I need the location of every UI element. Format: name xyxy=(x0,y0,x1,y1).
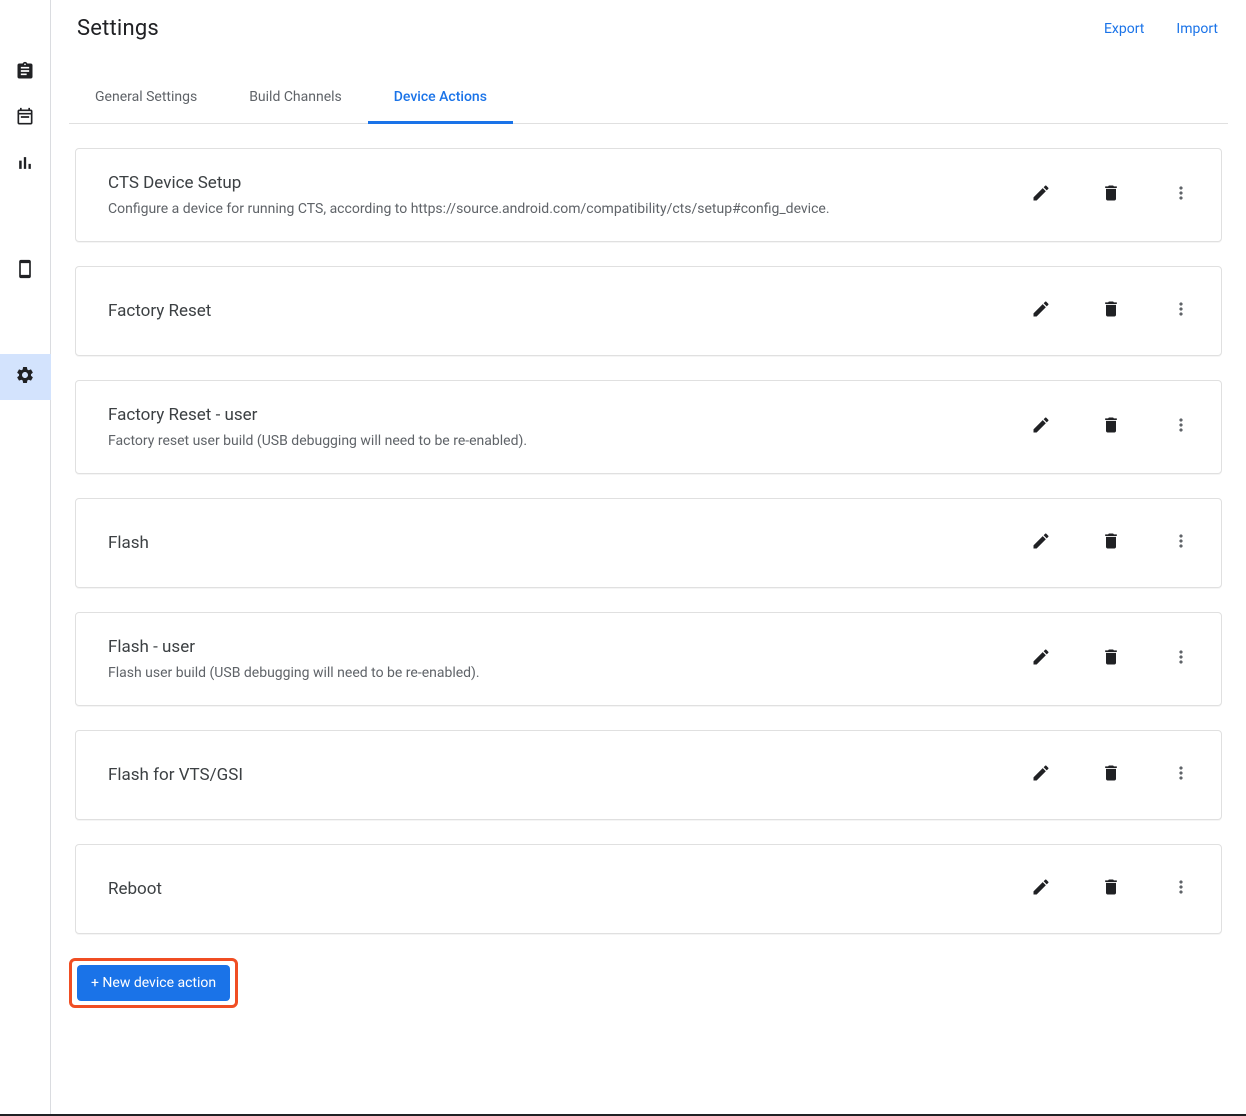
delete-icon xyxy=(1101,763,1121,787)
page-title: Settings xyxy=(77,16,159,41)
device-action-card: Reboot xyxy=(75,844,1222,934)
edit-button[interactable] xyxy=(1029,299,1053,323)
more-button[interactable] xyxy=(1169,763,1193,787)
sidenav-device[interactable] xyxy=(0,248,51,294)
device-action-card: Factory Reset - user Factory reset user b… xyxy=(75,380,1222,474)
new-device-action-button[interactable]: + New device action xyxy=(77,965,230,1001)
edit-icon xyxy=(1031,299,1051,323)
device-action-card: CTS Device Setup Configure a device for r… xyxy=(75,148,1222,242)
delete-icon xyxy=(1101,183,1121,207)
side-nav xyxy=(0,0,51,1116)
delete-icon xyxy=(1101,531,1121,555)
more-vert-icon xyxy=(1171,299,1191,323)
delete-button[interactable] xyxy=(1099,763,1123,787)
sidenav-calendar[interactable] xyxy=(0,96,51,142)
import-link[interactable]: Import xyxy=(1176,21,1218,37)
tab-device-actions[interactable]: Device Actions xyxy=(368,73,513,124)
export-link[interactable]: Export xyxy=(1104,21,1144,37)
edit-button[interactable] xyxy=(1029,647,1053,671)
card-title: Reboot xyxy=(108,879,1029,899)
edit-button[interactable] xyxy=(1029,531,1053,555)
edit-button[interactable] xyxy=(1029,415,1053,439)
edit-icon xyxy=(1031,647,1051,671)
card-title: Flash xyxy=(108,533,1029,553)
card-title: Flash for VTS/GSI xyxy=(108,765,1029,785)
clipboard-icon xyxy=(15,61,35,85)
delete-icon xyxy=(1101,877,1121,901)
tab-build-channels[interactable]: Build Channels xyxy=(223,73,368,124)
phone-icon xyxy=(15,259,35,283)
more-vert-icon xyxy=(1171,415,1191,439)
card-title: CTS Device Setup xyxy=(108,173,1029,193)
device-action-card: Flash for VTS/GSI xyxy=(75,730,1222,820)
sidenav-analytics[interactable] xyxy=(0,142,51,188)
edit-button[interactable] xyxy=(1029,183,1053,207)
more-button[interactable] xyxy=(1169,647,1193,671)
gear-icon xyxy=(15,365,35,389)
delete-button[interactable] xyxy=(1099,415,1123,439)
edit-icon xyxy=(1031,531,1051,555)
edit-icon xyxy=(1031,763,1051,787)
more-button[interactable] xyxy=(1169,299,1193,323)
device-action-card: Flash xyxy=(75,498,1222,588)
device-action-card: Factory Reset xyxy=(75,266,1222,356)
delete-button[interactable] xyxy=(1099,531,1123,555)
card-title: Factory Reset - user xyxy=(108,405,1029,425)
edit-button[interactable] xyxy=(1029,763,1053,787)
edit-icon xyxy=(1031,877,1051,901)
chart-icon xyxy=(15,153,35,177)
card-description: Configure a device for running CTS, acco… xyxy=(108,201,1029,217)
new-action-highlight: + New device action xyxy=(69,958,238,1008)
calendar-icon xyxy=(15,107,35,131)
more-vert-icon xyxy=(1171,763,1191,787)
card-title: Flash - user xyxy=(108,637,1029,657)
edit-icon xyxy=(1031,183,1051,207)
more-vert-icon xyxy=(1171,647,1191,671)
delete-icon xyxy=(1101,647,1121,671)
page-header: Settings Export Import xyxy=(69,0,1228,49)
tab-general-settings[interactable]: General Settings xyxy=(69,73,223,124)
card-title: Factory Reset xyxy=(108,301,1029,321)
card-description: Flash user build (USB debugging will nee… xyxy=(108,665,1029,681)
delete-button[interactable] xyxy=(1099,299,1123,323)
card-description: Factory reset user build (USB debugging … xyxy=(108,433,1029,449)
sidenav-clipboard[interactable] xyxy=(0,50,51,96)
edit-icon xyxy=(1031,415,1051,439)
delete-button[interactable] xyxy=(1099,183,1123,207)
delete-icon xyxy=(1101,299,1121,323)
more-vert-icon xyxy=(1171,531,1191,555)
more-vert-icon xyxy=(1171,877,1191,901)
more-button[interactable] xyxy=(1169,183,1193,207)
sidenav-settings[interactable] xyxy=(0,354,51,400)
device-action-card: Flash - user Flash user build (USB debugg… xyxy=(75,612,1222,706)
more-button[interactable] xyxy=(1169,531,1193,555)
more-button[interactable] xyxy=(1169,415,1193,439)
delete-button[interactable] xyxy=(1099,877,1123,901)
delete-button[interactable] xyxy=(1099,647,1123,671)
edit-button[interactable] xyxy=(1029,877,1053,901)
delete-icon xyxy=(1101,415,1121,439)
more-vert-icon xyxy=(1171,183,1191,207)
more-button[interactable] xyxy=(1169,877,1193,901)
tabs: General Settings Build Channels Device A… xyxy=(69,73,1228,124)
